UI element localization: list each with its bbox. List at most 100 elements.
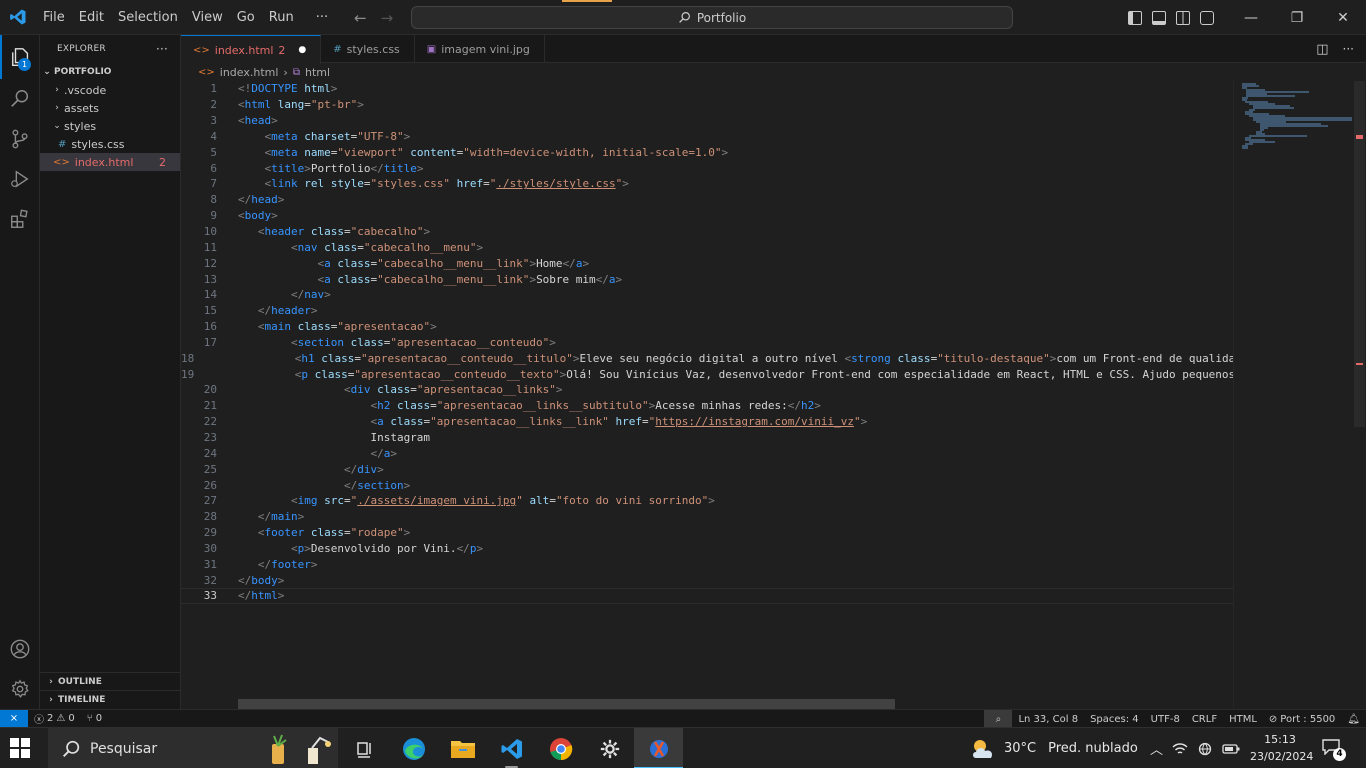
search-icon[interactable] (0, 79, 40, 119)
split-editor-icon[interactable]: ◫ (1316, 42, 1328, 57)
problems-indicator[interactable]: ⓧ 2 ⚠ 0 (28, 710, 81, 728)
code-line[interactable]: 22 <a class="apresentacao__links__link" … (181, 414, 1233, 430)
menu-item-file[interactable]: File (36, 0, 72, 35)
code-line[interactable]: 29 <footer class="rodape"> (181, 525, 1233, 541)
snipping-tool-icon[interactable] (634, 728, 683, 768)
code-line[interactable]: 23 Instagram (181, 430, 1233, 446)
code-line[interactable]: 27 <img src="./assets/imagem vini.jpg" a… (181, 493, 1233, 509)
file-explorer-icon[interactable] (438, 728, 487, 768)
menu-item-selection[interactable]: Selection (111, 0, 185, 35)
breadcrumb-symbol[interactable]: html (305, 66, 330, 79)
chrome-browser-icon[interactable] (536, 728, 585, 768)
accounts-icon[interactable] (0, 629, 40, 669)
restore-icon[interactable]: ❐ (1274, 0, 1320, 35)
menu-item-run[interactable]: Run (262, 0, 301, 35)
editor-more-icon[interactable]: ··· (1343, 42, 1354, 56)
network-icon[interactable] (1197, 742, 1213, 756)
code-line[interactable]: 2 <html lang="pt-br"> (181, 97, 1233, 113)
menu-item-edit[interactable]: Edit (72, 0, 111, 35)
code-line[interactable]: 19 <p class="apresentacao__conteudo__tex… (181, 366, 1233, 382)
menu-more-button[interactable]: ··· (309, 0, 335, 35)
minimize-icon[interactable]: — (1228, 0, 1274, 35)
settings-gear-icon[interactable] (0, 669, 40, 709)
wifi-icon[interactable] (1172, 742, 1188, 756)
code-line[interactable]: 33 </html> (181, 588, 1233, 604)
vertical-scrollbar[interactable] (1353, 81, 1366, 709)
notification-center[interactable]: 4 (1322, 739, 1346, 761)
weather-widget[interactable]: 30°C Pred. nublado (970, 728, 1138, 768)
menu-item-go[interactable]: Go (230, 0, 262, 35)
extensions-icon[interactable] (0, 199, 40, 239)
code-line[interactable]: 5 <meta name="viewport" content="width=d… (181, 144, 1233, 160)
code-line[interactable]: 16 <main class="apresentacao"> (181, 319, 1233, 335)
code-line[interactable]: 3 <head> (181, 113, 1233, 129)
tab-styles-css[interactable]: # styles.css (321, 35, 415, 63)
vscode-taskbar-icon[interactable] (487, 728, 536, 768)
code-line[interactable]: 10 <header class="cabecalho"> (181, 224, 1233, 240)
code-line[interactable]: 24 </a> (181, 445, 1233, 461)
source-control-icon[interactable] (0, 119, 40, 159)
code-line[interactable]: 6 <title>Portfolio</title> (181, 160, 1233, 176)
code-line[interactable]: 8 </head> (181, 192, 1233, 208)
explorer-icon[interactable]: 1 (0, 35, 40, 79)
taskbar-search[interactable]: Pesquisar (48, 728, 338, 768)
close-icon[interactable]: ✕ (1320, 0, 1366, 35)
toggle-sidebar-icon[interactable] (1128, 10, 1142, 25)
code-line[interactable]: 15 </header> (181, 303, 1233, 319)
tree-item-assets[interactable]: › assets (40, 99, 180, 117)
horizontal-scroll-thumb[interactable] (238, 699, 895, 709)
menu-item-view[interactable]: View (185, 0, 230, 35)
notifications-bell-icon[interactable]: 🔔︎ (1341, 710, 1366, 728)
breadcrumb-file[interactable]: index.html (220, 66, 279, 79)
code-editor[interactable]: 1 <!DOCTYPE html> 2 <html lang="pt-br"> 3 <he… (181, 81, 1233, 683)
language-mode[interactable]: HTML (1223, 710, 1263, 728)
tree-item-index-html[interactable]: <> index.html 2 (40, 153, 180, 171)
remote-indicator-icon[interactable]: ⨯ (0, 709, 28, 728)
code-line[interactable]: 1 <!DOCTYPE html> (181, 81, 1233, 97)
explorer-more-button[interactable]: ··· (156, 42, 168, 56)
code-line[interactable]: 21 <h2 class="apresentacao__links__subti… (181, 398, 1233, 414)
toggle-secondary-sidebar-icon[interactable] (1176, 10, 1190, 25)
timeline-section[interactable]: › TIMELINE (40, 690, 181, 708)
tree-root-portfolio[interactable]: ⌄ PORTFOLIO (40, 63, 180, 81)
code-line[interactable]: 14 </nav> (181, 287, 1233, 303)
line-ending[interactable]: CRLF (1186, 710, 1223, 728)
settings-gear-icon[interactable] (585, 728, 634, 768)
code-line[interactable]: 17 <section class="apresentacao__conteud… (181, 335, 1233, 351)
chevron-up-icon[interactable]: ︿ (1150, 739, 1163, 758)
code-line[interactable]: 18 <h1 class="apresentacao__conteudo__ti… (181, 350, 1233, 366)
system-clock[interactable]: 15:13 23/02/2024 (1250, 731, 1313, 765)
code-line[interactable]: 26 </section> (181, 477, 1233, 493)
edge-browser-icon[interactable] (389, 728, 438, 768)
outline-section[interactable]: › OUTLINE (40, 672, 181, 690)
tree-item-styles[interactable]: ⌄ styles (40, 117, 180, 135)
tab-index-html[interactable]: <> index.html 2 ● (181, 35, 322, 64)
run-debug-icon[interactable] (0, 159, 40, 199)
code-line[interactable]: 9 <body> (181, 208, 1233, 224)
cursor-position[interactable]: Ln 33, Col 8 (1012, 710, 1084, 728)
live-server-port[interactable]: ⊘ Port : 5500 (1263, 710, 1341, 728)
vertical-scroll-thumb[interactable] (1354, 81, 1365, 427)
code-line[interactable]: 31 </footer> (181, 556, 1233, 572)
code-line[interactable]: 28 </main> (181, 509, 1233, 525)
ports-indicator[interactable]: ⑂ 0 (81, 710, 108, 728)
task-view-icon[interactable] (340, 728, 389, 768)
tree-item-vscode[interactable]: › .vscode (40, 81, 180, 99)
minimap[interactable] (1233, 81, 1353, 709)
code-line[interactable]: 4 <meta charset="UTF-8"> (181, 129, 1233, 145)
command-center-search[interactable]: Portfolio (411, 6, 1013, 29)
indentation[interactable]: Spaces: 4 (1084, 710, 1145, 728)
code-line[interactable]: 20 <div class="apresentacao__links"> (181, 382, 1233, 398)
code-line[interactable]: 30 <p>Desenvolvido por Vini.</p> (181, 540, 1233, 556)
toggle-panel-icon[interactable] (1152, 10, 1166, 25)
unsaved-dot-icon[interactable]: ● (298, 45, 306, 55)
encoding[interactable]: UTF-8 (1145, 710, 1186, 728)
code-line[interactable]: 11 <nav class="cabecalho__menu"> (181, 239, 1233, 255)
back-arrow-icon[interactable]: ← (354, 9, 367, 27)
customize-layout-icon[interactable] (1200, 10, 1214, 25)
code-line[interactable]: 13 <a class="cabecalho__menu__link">Sobr… (181, 271, 1233, 287)
code-line[interactable]: 25 </div> (181, 461, 1233, 477)
windows-start-icon[interactable] (10, 738, 30, 758)
code-line[interactable]: 32 </body> (181, 572, 1233, 588)
code-line[interactable]: 7 <link rel style="styles.css" href="./s… (181, 176, 1233, 192)
